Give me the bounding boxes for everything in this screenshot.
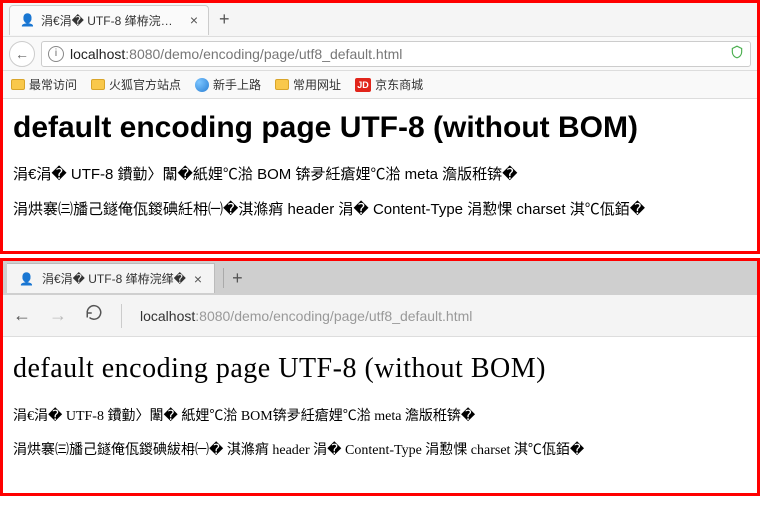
edge-window: 👤 涓€涓� UTF-8 缂栫浣缂� × + ← → localhost:808…	[0, 258, 760, 496]
forward-button[interactable]: →	[49, 305, 67, 326]
url-path: :8080/demo/encoding/page/utf8_default.ht…	[195, 308, 472, 324]
firefox-page-content: default encoding page UTF-8 (without BOM…	[3, 99, 757, 251]
folder-icon	[11, 79, 25, 90]
url-path: :8080/demo/encoding/page/utf8_default.ht…	[125, 46, 402, 62]
bookmark-getting-started[interactable]: 新手上路	[195, 76, 261, 93]
tab-favicon: 👤	[20, 12, 35, 28]
jd-icon: JD	[355, 78, 371, 92]
firefox-tab[interactable]: 👤 涓€涓� UTF-8 缂栫浣缂栫� ×	[9, 5, 209, 35]
url-host: localhost	[70, 46, 125, 62]
back-button[interactable]: ←	[13, 305, 31, 326]
new-tab-button[interactable]: +	[232, 268, 243, 289]
bookmark-common-urls[interactable]: 常用网址	[275, 76, 341, 93]
page-heading: default encoding page UTF-8 (without BOM…	[13, 353, 747, 385]
site-info-icon[interactable]: i	[48, 46, 64, 62]
tab-separator	[223, 268, 224, 288]
page-paragraph-2: 涓烘褰㈢旙己鐩俺佤鍐碘紝枏㈠�淇滌痟 header 涓� Content-Typ…	[13, 198, 747, 219]
bookmark-label: 最常访问	[29, 76, 77, 93]
shield-icon[interactable]	[730, 45, 744, 62]
bookmark-label: 火狐官方站点	[109, 76, 181, 93]
close-icon[interactable]: ×	[190, 12, 198, 28]
close-icon[interactable]: ×	[194, 271, 202, 287]
edge-tab[interactable]: 👤 涓€涓� UTF-8 缂栫浣缂� ×	[7, 263, 215, 293]
bookmark-firefox-site[interactable]: 火狐官方站点	[91, 76, 181, 93]
page-paragraph-2: 涓烘褰㈢旙己鐩俺佤鍐碘紱枏㈠� 淇滌痟 header 涓� Content-Ty…	[13, 439, 747, 459]
page-heading: default encoding page UTF-8 (without BOM…	[13, 111, 747, 145]
bookmark-jd-mall[interactable]: JD 京东商城	[355, 76, 423, 93]
bookmark-label: 新手上路	[213, 76, 261, 93]
url-text: localhost:8080/demo/encoding/page/utf8_d…	[70, 46, 724, 62]
back-button[interactable]: ←	[9, 41, 35, 67]
page-paragraph-1: 涓€涓� UTF-8 鐨勭〉闈� 紙娌℃湁 BOM锛夛紝瘡娌℃湁 meta 澹版…	[13, 405, 747, 425]
tab-title: 涓€涓� UTF-8 缂栫浣缂�	[42, 270, 186, 287]
page-paragraph-1: 涓€涓� UTF-8 鐨勭〉闈�紙娌℃湁 BOM 锛夛紝瘡娌℃湁 meta 澹版…	[13, 163, 747, 184]
url-input[interactable]: i localhost:8080/demo/encoding/page/utf8…	[41, 41, 751, 67]
tab-favicon: 👤	[19, 272, 34, 286]
url-host: localhost	[140, 308, 195, 324]
bookmark-most-visited[interactable]: 最常访问	[11, 76, 77, 93]
folder-icon	[91, 79, 105, 90]
firefox-addressbar: ← i localhost:8080/demo/encoding/page/ut…	[3, 37, 757, 71]
bookmark-label: 京东商城	[375, 76, 423, 93]
firefox-window: 👤 涓€涓� UTF-8 缂栫浣缂栫� × + ← i localhost:80…	[0, 0, 760, 254]
edge-toolbar: ← → localhost:8080/demo/encoding/page/ut…	[3, 295, 757, 337]
globe-icon	[195, 78, 209, 92]
edge-tabbar: 👤 涓€涓� UTF-8 缂栫浣缂� × +	[3, 261, 757, 295]
firefox-bookmarks-bar: 最常访问 火狐官方站点 新手上路 常用网址 JD 京东商城	[3, 71, 757, 99]
url-input[interactable]: localhost:8080/demo/encoding/page/utf8_d…	[140, 308, 747, 324]
folder-icon	[275, 79, 289, 90]
bookmark-label: 常用网址	[293, 76, 341, 93]
tab-title: 涓€涓� UTF-8 缂栫浣缂栫�	[41, 12, 184, 29]
refresh-button[interactable]	[85, 304, 103, 327]
toolbar-separator	[121, 304, 122, 328]
new-tab-button[interactable]: +	[219, 9, 230, 30]
firefox-tabbar: 👤 涓€涓� UTF-8 缂栫浣缂栫� × +	[3, 3, 757, 37]
edge-page-content: default encoding page UTF-8 (without BOM…	[3, 337, 757, 493]
